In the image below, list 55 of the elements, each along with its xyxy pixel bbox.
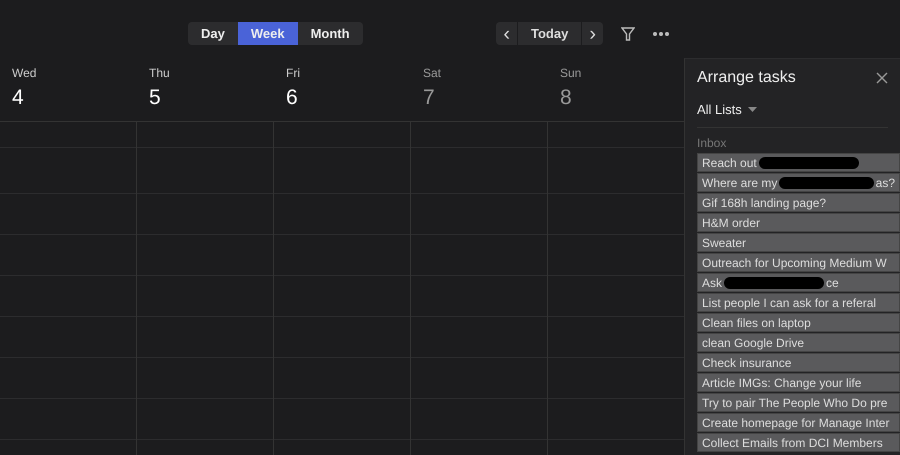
task-text: Collect Emails from DCI Members xyxy=(702,436,883,450)
task-item[interactable]: Outreach for Upcoming Medium W xyxy=(697,253,900,272)
task-text: Gif 168h landing page? xyxy=(702,196,826,210)
more-icon[interactable] xyxy=(652,30,670,36)
weekday-label: Fri xyxy=(286,66,300,80)
list-filter-dropdown[interactable]: All Lists xyxy=(697,97,888,128)
view-tab[interactable]: Day xyxy=(188,22,238,45)
task-text: Article IMGs: Change your life xyxy=(702,376,862,390)
task-text: Check insurance xyxy=(702,356,792,370)
view-tab[interactable]: Month xyxy=(298,22,363,45)
task-text: ce xyxy=(826,276,839,290)
date-number: 8 xyxy=(560,86,572,110)
task-item[interactable]: Ask ce xyxy=(697,273,900,292)
task-text: Try to pair The People Who Do pre xyxy=(702,396,888,410)
task-item[interactable]: clean Google Drive xyxy=(697,333,900,352)
task-item[interactable]: Reach out xyxy=(697,153,900,172)
task-text: H&M order xyxy=(702,216,760,230)
task-item[interactable]: H&M order xyxy=(697,213,900,232)
task-text: Outreach for Upcoming Medium W xyxy=(702,256,887,270)
weekday-label: Wed xyxy=(12,66,36,80)
date-number: 7 xyxy=(423,86,435,110)
filter-icon[interactable] xyxy=(621,26,635,40)
weekday-label: Thu xyxy=(149,66,170,80)
task-item[interactable]: Create homepage for Manage Inter xyxy=(697,413,900,432)
task-text: List people I can ask for a referal xyxy=(702,296,876,310)
task-item[interactable]: Check insurance xyxy=(697,353,900,372)
task-text: Create homepage for Manage Inter xyxy=(702,416,890,430)
close-icon[interactable] xyxy=(876,72,888,84)
date-number: 4 xyxy=(12,86,24,110)
task-item[interactable]: Clean files on laptop xyxy=(697,313,900,332)
date-number: 5 xyxy=(149,86,161,110)
task-item[interactable]: Collect Emails from DCI Members xyxy=(697,433,900,452)
view-tab[interactable]: Week xyxy=(238,22,298,45)
previous-button[interactable]: ‹ xyxy=(496,22,517,45)
task-item[interactable]: Article IMGs: Change your life xyxy=(697,373,900,392)
caret-icon xyxy=(748,106,757,112)
task-text: as? xyxy=(876,176,895,190)
task-text: Reach out xyxy=(702,156,757,170)
task-item[interactable]: Where are my as? xyxy=(697,173,900,192)
task-text: Sweater xyxy=(702,236,746,250)
section-label: Inbox xyxy=(697,136,726,150)
task-text: Clean files on laptop xyxy=(702,316,811,330)
panel-title: Arrange tasks xyxy=(697,69,796,87)
weekday-label: Sat xyxy=(423,66,442,80)
task-item[interactable]: Sweater xyxy=(697,233,900,252)
task-text: Ask xyxy=(702,276,722,290)
task-text: clean Google Drive xyxy=(702,336,804,350)
task-text: Where are my xyxy=(702,176,778,190)
date-number: 6 xyxy=(286,86,298,110)
next-button[interactable]: › xyxy=(582,22,603,45)
task-item[interactable]: Gif 168h landing page? xyxy=(697,193,900,212)
task-item[interactable]: List people I can ask for a referal xyxy=(697,293,900,312)
today-button[interactable]: Today xyxy=(517,22,582,45)
weekday-label: Sun xyxy=(560,66,582,80)
task-item[interactable]: Try to pair The People Who Do pre xyxy=(697,393,900,412)
